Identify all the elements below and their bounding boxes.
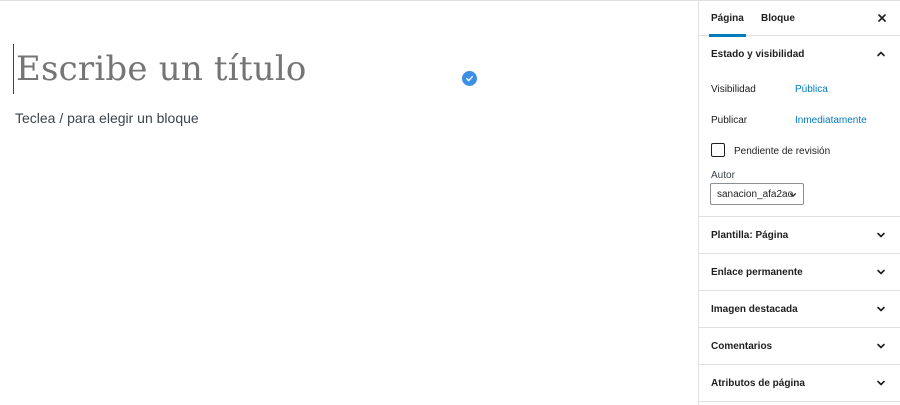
panel-template: Plantilla: Página [699,217,900,254]
post-title-field[interactable]: Escribe un título [13,43,307,95]
editor-canvas[interactable]: Escribe un título Teclea / para elegir u… [0,1,698,405]
panel-header-status[interactable]: Estado y visibilidad [699,36,900,72]
settings-sidebar: Página Bloque Estado y visibilidad Visib… [698,1,900,405]
panel-status-visibility: Estado y visibilidad Visibilidad Pública… [699,36,900,217]
panel-title: Atributos de página [711,377,805,389]
visibility-label: Visibilidad [711,84,756,95]
panel-featured-image: Imagen destacada [699,291,900,328]
panel-title: Estado y visibilidad [711,48,805,60]
pending-review-label[interactable]: Pendiente de revisión [734,146,830,157]
close-icon[interactable] [876,12,888,24]
block-appender-prompt[interactable]: Teclea / para elegir un bloque [15,110,199,126]
sidebar-tabs: Página Bloque [699,1,900,37]
author-selected-value: sanacion_afa2ao [717,188,794,200]
panel-header-featured-image[interactable]: Imagen destacada [699,291,900,327]
panel-header-page-attributes[interactable]: Atributos de página [699,365,900,401]
chevron-down-icon [877,232,885,238]
author-select[interactable]: sanacion_afa2ao [710,183,804,205]
panel-header-permalink[interactable]: Enlace permanente [699,254,900,290]
tab-block[interactable]: Bloque [761,1,795,36]
visibility-toggle[interactable]: Pública [795,84,828,95]
panel-header-comments[interactable]: Comentarios [699,328,900,364]
editor-window: Escribe un título Teclea / para elegir u… [0,0,900,405]
chevron-down-icon [877,306,885,312]
publish-label: Publicar [711,115,748,126]
chevron-down-icon [789,193,797,197]
check-icon[interactable] [462,71,477,86]
author-label: Autor [711,170,735,181]
text-caret [13,44,14,94]
publish-date-toggle[interactable]: Inmediatamente [795,115,867,126]
chevron-up-icon [877,51,885,57]
chevron-down-icon [877,343,885,349]
panel-title: Enlace permanente [711,266,803,278]
panel-title: Plantilla: Página [711,229,789,241]
panel-page-attributes: Atributos de página [699,365,900,402]
panel-title: Comentarios [711,340,773,352]
panel-header-template[interactable]: Plantilla: Página [699,217,900,253]
title-placeholder[interactable]: Escribe un título [16,49,307,89]
pending-review-checkbox[interactable] [711,143,725,157]
panel-title: Imagen destacada [711,303,798,315]
chevron-down-icon [877,380,885,386]
panel-comments: Comentarios [699,328,900,365]
panel-permalink: Enlace permanente [699,254,900,291]
tab-page[interactable]: Página [709,1,746,37]
chevron-down-icon [877,269,885,275]
check-glyph [466,75,473,82]
